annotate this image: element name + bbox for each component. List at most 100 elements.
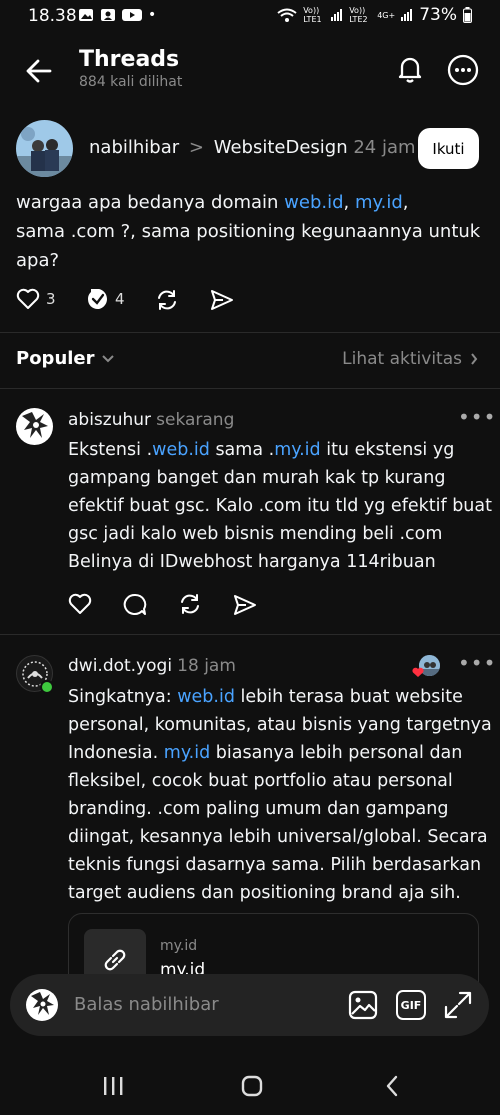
comment-like-icon[interactable] — [68, 593, 92, 615]
comment-text-segment: biasanya lebih personal dan — [210, 743, 463, 763]
comment-reply-icon[interactable] — [123, 593, 147, 616]
section-divider — [0, 332, 500, 333]
gif-label: GIF — [400, 998, 422, 1012]
gif-button[interactable]: GIF — [396, 990, 426, 1020]
post-text-segment: , — [343, 192, 355, 213]
link-my-id[interactable]: my.id — [355, 192, 403, 213]
link-icon — [104, 949, 126, 971]
post-body: wargaa apa bedanya domain web.id, my.id,… — [16, 190, 486, 274]
gallery-icon — [79, 9, 93, 21]
view-count: 884 kali dilihat — [79, 74, 183, 90]
comment-text-segment: sama . — [209, 440, 275, 460]
comment-text-segment: Singkatnya: — [68, 687, 178, 707]
more-options-icon[interactable] — [446, 53, 480, 87]
home-icon[interactable] — [241, 1075, 263, 1097]
comment-text-line: Belinya di IDwebhost harganya 114ribuan — [68, 552, 436, 572]
comment-text-line: Indonesia. my.id biasanya lebih personal… — [68, 739, 493, 767]
post-header-line: nabilhibar > WebsiteDesign 24 jam — [89, 137, 416, 158]
post-author-username[interactable]: nabilhibar — [89, 137, 179, 158]
link-web-id[interactable]: web.id — [284, 192, 343, 213]
battery-icon — [463, 7, 472, 23]
bell-icon[interactable] — [394, 53, 426, 85]
reply-input[interactable]: Balas nabilhibar — [74, 994, 219, 1015]
network-type: 4G+ — [377, 10, 396, 20]
comment-header: abiszuhur sekarang — [68, 410, 234, 430]
link-web-id[interactable]: web.id — [177, 687, 235, 707]
page-title: Threads — [79, 47, 180, 72]
comment-text-line: branding. .com paling umum dan gampang — [68, 799, 449, 819]
comment-text-segment: itu ekstensi yg — [320, 440, 455, 460]
post-text-line: wargaa apa bedanya domain web.id, my.id, — [16, 190, 486, 216]
post-text-segment: , — [402, 192, 409, 213]
back-nav-icon[interactable] — [384, 1075, 400, 1097]
my-avatar — [26, 989, 58, 1021]
comment-header: dwi.dot.yogi 18 jam — [68, 656, 236, 676]
post-repost-indicator[interactable]: 4 — [87, 288, 125, 310]
sort-label: Populer — [16, 348, 95, 369]
chevron-down-icon — [101, 354, 114, 362]
comment-repost-icon[interactable] — [178, 592, 202, 616]
comment-time: 18 jam — [177, 656, 236, 676]
comment-text-line: gampang banget dan murah kak tp kurang — [68, 468, 446, 488]
comment-text-line: efektif buat gsc. Kalo .com itu tld yg e… — [68, 496, 492, 516]
sort-dropdown[interactable]: Populer — [16, 348, 115, 369]
online-status-dot — [40, 680, 54, 694]
comment-more-button[interactable]: ••• — [458, 405, 496, 429]
top-app-bar: Threads 884 kali dilihat — [0, 40, 500, 100]
link-my-id[interactable]: my.id — [164, 743, 210, 763]
section-divider — [0, 388, 500, 389]
lte2-label: Vo)) LTE2 — [349, 6, 368, 24]
signal-icon — [331, 9, 343, 21]
signal-icon — [401, 9, 413, 21]
post-text-line: apa? — [16, 250, 60, 271]
comment-text-segment: lebih terasa buat website — [234, 687, 463, 707]
link-web-id[interactable]: web.id — [152, 440, 210, 460]
post-author-avatar[interactable] — [16, 120, 73, 177]
wifi-icon — [277, 8, 297, 22]
image-attach-icon[interactable] — [348, 990, 378, 1020]
post-like-button[interactable]: 3 — [16, 288, 56, 310]
breadcrumb-separator: > — [188, 137, 204, 158]
reposted-check-icon — [88, 289, 107, 309]
more-notifications-dot: • — [148, 7, 157, 23]
comment-text-line: personal, komunitas, atau bisnis yang ta… — [68, 715, 492, 735]
repost-icon[interactable] — [155, 288, 179, 312]
activity-label: Lihat aktivitas — [342, 349, 462, 369]
comment-more-button[interactable]: ••• — [458, 651, 496, 675]
comment-time: sekarang — [156, 410, 235, 430]
recent-apps-icon[interactable] — [102, 1076, 124, 1096]
status-time: 18.38 — [28, 6, 77, 26]
comment-share-icon[interactable] — [233, 594, 257, 616]
comment-text-segment: Ekstensi . — [68, 440, 153, 460]
comment-username[interactable]: dwi.dot.yogi — [68, 656, 172, 676]
follow-button[interactable]: Ikuti — [418, 128, 479, 169]
status-notification-icons: • — [78, 7, 156, 23]
post-text-segment: wargaa apa bedanya domain — [16, 192, 285, 213]
comment-text-line: teknis fungsi dasarnya sama. Pilih berda… — [68, 855, 482, 875]
link-my-id[interactable]: my.id — [274, 440, 320, 460]
contact-icon — [101, 9, 115, 21]
share-icon[interactable] — [210, 289, 234, 311]
commenter-avatar[interactable] — [16, 408, 53, 445]
comment-body: Ekstensi .web.id sama .my.id itu ekstens… — [68, 436, 493, 576]
community-name[interactable]: WebsiteDesign — [214, 137, 348, 158]
battery-percent: 73% — [419, 5, 457, 25]
comment-body: Singkatnya: web.id lebih terasa buat web… — [68, 683, 493, 907]
comment-username[interactable]: abiszuhur — [68, 410, 151, 430]
status-bar: 18.38 • Vo)) LTE1 Vo)) LTE2 4G+ 73% — [0, 0, 500, 34]
like-count: 3 — [46, 290, 56, 308]
back-arrow-icon[interactable] — [22, 56, 56, 86]
comment-text-line: Ekstensi .web.id sama .my.id itu ekstens… — [68, 436, 493, 464]
chevron-right-icon — [471, 353, 478, 365]
expand-icon[interactable] — [443, 990, 473, 1020]
youtube-icon — [122, 9, 142, 21]
comment-text-line: fleksibel, cocok buat portfolio atau per… — [68, 771, 453, 791]
comment-text-line: diingat, kesannya lebih universal/global… — [68, 827, 488, 847]
view-activity-link[interactable]: Lihat aktivitas — [342, 349, 478, 369]
author-liked-heart-icon — [412, 667, 424, 677]
post-time: 24 jam — [353, 137, 416, 158]
lte1-label: Vo)) LTE1 — [303, 6, 322, 24]
heart-icon — [16, 288, 40, 309]
post-text-line: sama .com ?, sama positioning kegunaanny… — [16, 221, 481, 242]
repost-count: 4 — [115, 290, 125, 308]
